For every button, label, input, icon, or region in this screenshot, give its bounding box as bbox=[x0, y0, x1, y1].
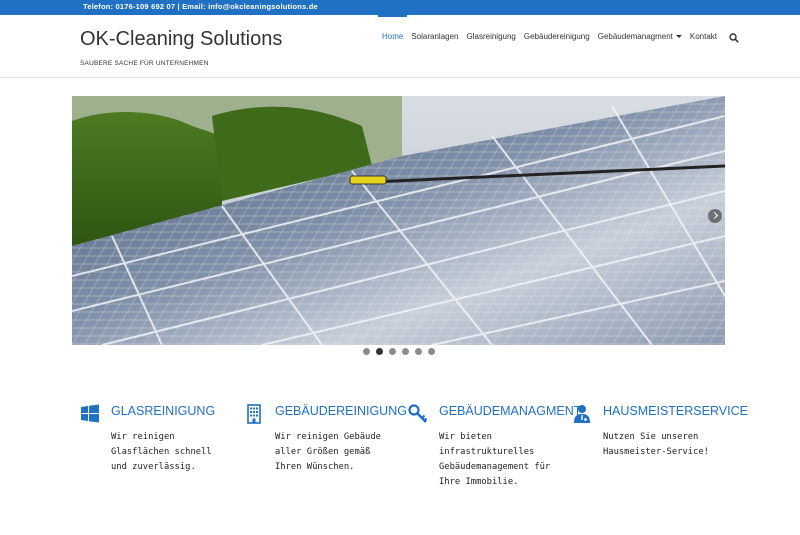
nav-item-gebaeudemanagment[interactable]: Gebäudemanagment bbox=[594, 15, 686, 59]
search-icon bbox=[729, 33, 739, 43]
key-icon bbox=[408, 404, 428, 423]
nav-item-label: Kontakt bbox=[689, 32, 718, 41]
nav-item-label: Glasreinigung bbox=[466, 32, 516, 41]
site-tagline: SAUBERE SACHE FÜR UNTERNEHMEN bbox=[80, 60, 209, 67]
service-title[interactable]: GLASREINIGUNG bbox=[111, 404, 215, 418]
slider-dot[interactable] bbox=[415, 348, 422, 355]
services-section: GLASREINIGUNG Wir reinigen Glasflächen s… bbox=[76, 402, 748, 522]
search-button[interactable] bbox=[721, 15, 745, 59]
slider-next-button[interactable] bbox=[708, 209, 722, 223]
site-header: OK-Cleaning Solutions SAUBERE SACHE FÜR … bbox=[0, 15, 800, 78]
service-title[interactable]: GEBÄUDEMANAGMENT bbox=[439, 404, 581, 418]
site-brand[interactable]: OK-Cleaning Solutions bbox=[80, 28, 282, 51]
slider-dots bbox=[363, 348, 435, 355]
service-text: Wir bieten infrastrukturelles Gebäudeman… bbox=[439, 432, 551, 487]
nav-item-label: Gebäudemanagment bbox=[597, 32, 673, 41]
slider-dot[interactable] bbox=[389, 348, 396, 355]
top-contact-bar: Telefon: 0176-109 692 07 | Email: info@o… bbox=[0, 0, 800, 15]
nav-item-home[interactable]: Home bbox=[378, 15, 408, 59]
solar-panel-image bbox=[72, 96, 725, 345]
contact-info: Telefon: 0176-109 692 07 | Email: info@o… bbox=[83, 2, 318, 11]
user-md-icon bbox=[574, 405, 590, 423]
service-title[interactable]: GEBÄUDEREINIGUNG bbox=[275, 404, 407, 418]
service-text: Nutzen Sie unseren Hausmeister-Service! bbox=[603, 432, 709, 457]
nav-item-solaranlagen[interactable]: Solaranlagen bbox=[407, 15, 462, 59]
service-text: Wir reinigen Glasflächen schnell und zuv… bbox=[111, 432, 212, 472]
service-text: Wir reinigen Gebäude aller Größen gemäß … bbox=[275, 432, 381, 472]
slider-dot[interactable] bbox=[428, 348, 435, 355]
service-title[interactable]: HAUSMEISTERSERVICE bbox=[603, 404, 748, 418]
windows-icon bbox=[81, 404, 99, 423]
nav-item-label: Solaranlagen bbox=[411, 32, 459, 41]
nav-item-label: Gebäudereinigung bbox=[523, 32, 590, 41]
nav-item-gebaeudereinigung[interactable]: Gebäudereinigung bbox=[520, 15, 594, 59]
nav-item-kontakt[interactable]: Kontakt bbox=[686, 15, 721, 59]
chevron-down-icon bbox=[675, 35, 682, 38]
slider-dot[interactable] bbox=[402, 348, 409, 355]
hero-slider[interactable] bbox=[72, 96, 725, 345]
slider-dot[interactable] bbox=[363, 348, 370, 355]
main-nav: Home Solaranlagen Glasreinigung Gebäuder… bbox=[378, 15, 745, 59]
nav-item-label: Home bbox=[382, 32, 404, 41]
slider-dot-active[interactable] bbox=[376, 348, 383, 355]
nav-item-glasreinigung[interactable]: Glasreinigung bbox=[463, 15, 520, 59]
building-icon bbox=[247, 404, 261, 424]
